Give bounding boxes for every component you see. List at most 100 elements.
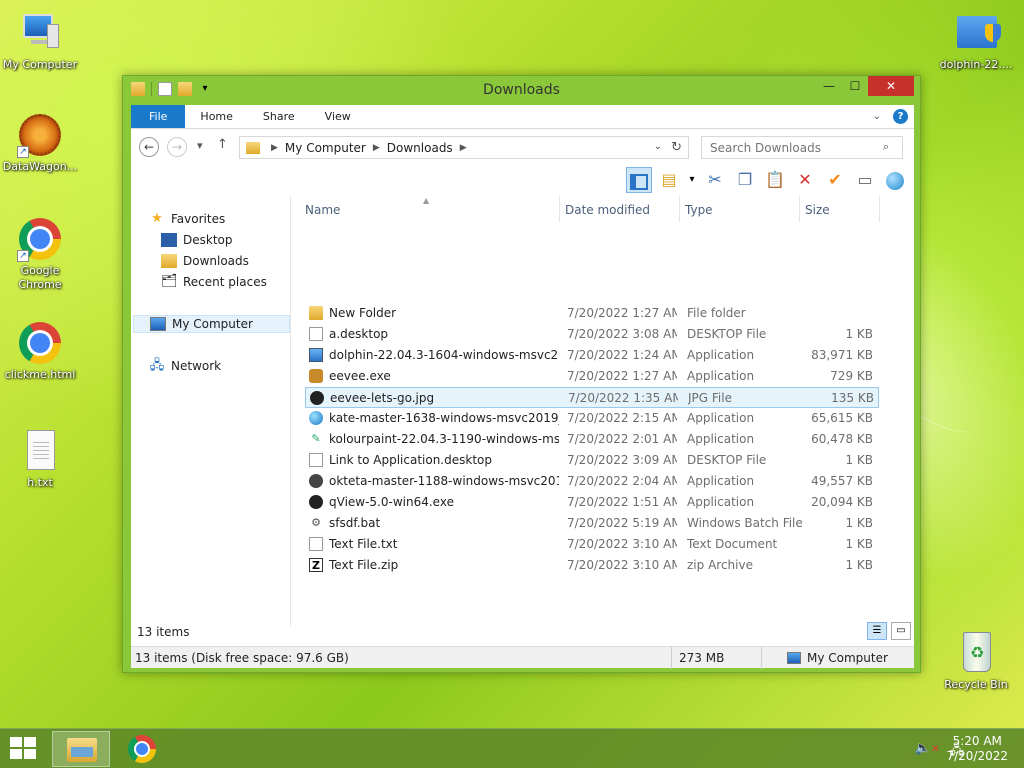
column-date-modified[interactable]: Date modified (565, 203, 650, 217)
table-row[interactable]: qView-5.0-win64.exe 7/20/2022 1:51 AM Appl… (305, 492, 879, 513)
tab-home[interactable]: Home (185, 105, 247, 128)
nav-desktop[interactable]: Desktop (161, 231, 233, 249)
windows-logo-icon (10, 737, 22, 747)
help-icon[interactable]: ? (893, 109, 908, 124)
large-icons-view-button[interactable]: ▭ (891, 622, 911, 640)
delete-button[interactable]: ✕ (792, 167, 818, 193)
table-row[interactable]: Z Text File.zip 7/20/2022 3:10 AM zip Archi… (305, 555, 879, 576)
column-size[interactable]: Size (805, 203, 830, 217)
title-bar[interactable]: ▾ Downloads — ☐ ✕ (123, 76, 920, 105)
refresh-icon[interactable]: ↻ (671, 140, 682, 155)
desktop-icon-google-chrome[interactable]: ↗ Google Chrome (0, 216, 80, 292)
tab-view[interactable]: View (310, 105, 366, 128)
status-location: My Computer (807, 651, 888, 665)
back-button[interactable]: ← (139, 137, 159, 157)
downloads-icon (161, 254, 177, 268)
search-input[interactable] (701, 136, 903, 159)
chrome-icon (17, 320, 63, 366)
breadcrumb-downloads[interactable]: Downloads (387, 141, 453, 155)
recent-locations-icon[interactable]: ▾ (197, 139, 203, 152)
desktop-icon-dolphin[interactable]: dolphin-22.... (936, 10, 1016, 72)
nav-my-computer[interactable]: My Computer (133, 315, 290, 333)
taskbar: 🔈✕ 🖧 5:20 AM 7/20/2022 (0, 728, 1024, 768)
details-view-button[interactable]: ☰ (867, 622, 887, 640)
nav-recent-places[interactable]: 🗂 Recent places (161, 273, 267, 291)
nav-network[interactable]: 🖧 Network (149, 357, 221, 375)
table-row-selected[interactable]: eevee-lets-go.jpg 7/20/2022 1:35 AM JPG Fi… (305, 387, 879, 408)
properties-button[interactable]: ▤ (656, 167, 682, 193)
desktop-icon-recycle-bin[interactable]: Recycle Bin (936, 630, 1016, 692)
checkmark-icon: ✔ (828, 170, 842, 189)
nav-downloads[interactable]: Downloads (161, 252, 249, 270)
clock-time: 5:20 AM (952, 734, 1002, 748)
taskbar-clock[interactable]: 5:20 AM 7/20/2022 (946, 734, 1008, 764)
computer-icon (17, 10, 63, 56)
address-dropdown-icon[interactable]: ⌄ (654, 141, 662, 152)
column-name[interactable]: Name (305, 203, 340, 217)
address-field[interactable]: ▶ My Computer ▶ Downloads ▶ ⌄ ↻ (239, 136, 689, 159)
table-row[interactable]: New Folder 7/20/2022 1:27 AM File folder (305, 303, 879, 324)
image-icon (310, 391, 324, 405)
chevron-right-icon[interactable]: ▶ (460, 143, 467, 153)
desktop-icon-clickme[interactable]: clickme.html (0, 320, 80, 382)
cut-button[interactable]: ✂ (702, 167, 728, 193)
tab-share[interactable]: Share (248, 105, 310, 128)
chevron-right-icon[interactable]: ▶ (271, 143, 278, 153)
volume-muted-icon[interactable]: 🔈✕ (915, 741, 940, 763)
maximize-button[interactable]: ☐ (842, 76, 868, 96)
check-button[interactable]: ✔ (822, 167, 848, 193)
table-row[interactable]: Link to Application.desktop 7/20/2022 3:0… (305, 450, 879, 471)
desktop-icon-label: Google Chrome (18, 264, 62, 291)
tab-file[interactable]: File (131, 105, 186, 128)
clipboard-icon: 📋 (765, 170, 785, 189)
batch-icon: ⚙ (311, 516, 321, 529)
table-row[interactable]: Text File.txt 7/20/2022 3:10 AM Text Docum… (305, 534, 879, 555)
content-area: ★ Favorites Desktop Downloads 🗂 Recent pla… (131, 196, 914, 626)
forward-button[interactable]: → (167, 137, 187, 157)
okteta-icon (309, 474, 323, 488)
table-row[interactable]: okteta-master-1188-windows-msvc2019_...7… (305, 471, 879, 492)
folder-shield-icon (953, 10, 1001, 56)
expand-ribbon-icon[interactable]: ⌄ (873, 111, 881, 122)
desktop-icon-h-txt[interactable]: h.txt (0, 428, 80, 490)
network-icon: 🖧 (149, 358, 165, 373)
application-icon (309, 348, 323, 362)
paste-button[interactable]: 📋 (762, 167, 788, 193)
desktop-icon-my-computer[interactable]: My Computer (0, 10, 80, 72)
nav-favorites[interactable]: ★ Favorites (149, 210, 225, 228)
item-count: 13 items (137, 625, 190, 639)
explorer-window: ▾ Downloads — ☐ ✕ File Home Share View ⌄… (122, 75, 921, 673)
taskbar-chrome[interactable] (114, 731, 172, 767)
rename-button[interactable]: ▭ (852, 167, 878, 193)
up-button[interactable]: ↑ (217, 137, 228, 152)
star-icon: ★ (151, 211, 163, 226)
copy-button[interactable]: ❐ (732, 167, 758, 193)
table-row[interactable]: eevee.exe 7/20/2022 1:27 AM Application 729… (305, 366, 879, 387)
close-button[interactable]: ✕ (868, 76, 914, 96)
search-icon[interactable]: ⌕ (883, 140, 889, 154)
selection-size: 273 MB (679, 651, 725, 665)
computer-icon (150, 317, 166, 331)
taskbar-file-explorer[interactable] (52, 731, 110, 767)
table-row[interactable]: dolphin-22.04.3-1604-windows-msvc201...7… (305, 345, 879, 366)
breadcrumb-my-computer[interactable]: My Computer (285, 141, 366, 155)
chevron-right-icon[interactable]: ▶ (373, 143, 380, 153)
chevron-down-icon[interactable]: ▾ (686, 167, 698, 193)
desktop-icon-label: Recycle Bin (944, 678, 1008, 691)
table-row[interactable]: kate-master-1638-windows-msvc2019_6... 7/… (305, 408, 879, 429)
column-type[interactable]: Type (685, 203, 713, 217)
desktop-icon-datawagon[interactable]: ↗ DataWagon... (0, 112, 80, 174)
table-row[interactable]: ⚙ sfsdf.bat 7/20/2022 5:19 AM Windows Batch… (305, 513, 879, 534)
desktop-icon-label: DataWagon... (2, 160, 78, 173)
datawagon-icon: ↗ (17, 112, 63, 158)
table-row[interactable]: a.desktop 7/20/2022 3:08 AM DESKTOP File 1 … (305, 324, 879, 345)
table-row[interactable]: ✎kolourpaint-22.04.3-1190-windows-msvc..… (305, 429, 879, 450)
globe-button[interactable] (882, 167, 908, 193)
preview-pane-button[interactable] (626, 167, 652, 193)
document-icon (309, 453, 323, 467)
start-button[interactable] (10, 737, 38, 761)
eevee-icon (309, 369, 323, 383)
desktop-icon-label: h.txt (27, 476, 53, 489)
minimize-button[interactable]: — (816, 76, 842, 96)
address-bar-row: ← → ▾ ↑ ▶ My Computer ▶ Downloads ▶ ⌄ ↻ … (131, 129, 914, 166)
